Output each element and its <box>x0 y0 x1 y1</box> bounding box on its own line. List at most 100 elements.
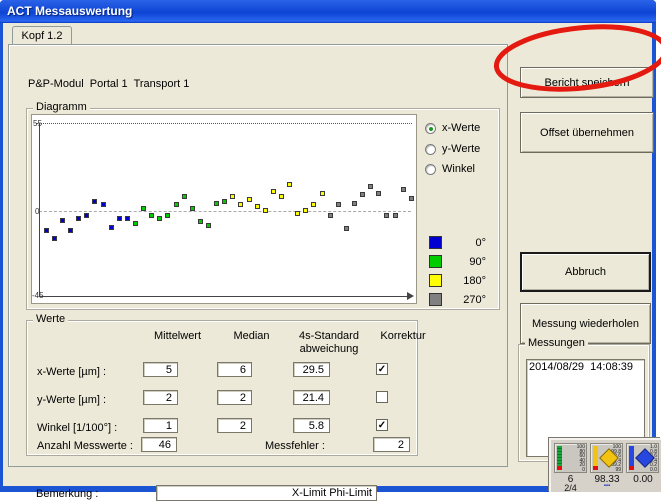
data-point <box>238 202 243 207</box>
row-label-winkel: Winkel [1/100°] : <box>37 422 117 434</box>
input-anzahl-messwerte[interactable]: 46 <box>141 437 177 452</box>
data-point <box>376 191 381 196</box>
input-x-mittelwert[interactable]: 5 <box>143 362 178 377</box>
radio-y-werte-label: y-Werte <box>442 143 480 155</box>
input-winkel-mittelwert[interactable]: 1 <box>143 418 178 433</box>
data-point <box>157 216 162 221</box>
bericht-speichern-label: Bericht speichern <box>545 77 630 89</box>
gauge-value-blue: 0.00 <box>626 474 660 485</box>
col-header-std-2: abweichung <box>289 343 369 355</box>
title-bar[interactable]: ACT Messauswertung <box>0 0 656 23</box>
input-winkel-median[interactable]: 2 <box>217 418 252 433</box>
input-y-mittelwert[interactable]: 2 <box>143 390 178 405</box>
tab-kopf-1-2[interactable]: Kopf 1.2 <box>12 26 72 45</box>
data-point <box>368 184 373 189</box>
gauge-bar-icon <box>557 446 562 470</box>
radio-winkel-label: Winkel <box>442 163 475 175</box>
diagramm-group-label: Diagramm <box>33 101 90 113</box>
anzahl-label: Anzahl Messwerte : <box>37 440 133 452</box>
input-y-std[interactable]: 21.4 <box>293 390 330 405</box>
x-axis <box>39 296 411 297</box>
radio-x-werte-label: x-Werte <box>442 122 480 134</box>
y-tick-zero: 0 <box>35 207 39 216</box>
legend-swatch-blue <box>429 236 442 249</box>
col-header-std-1: 4s-Standard <box>289 330 369 342</box>
legend-swatch-gray <box>429 293 442 306</box>
data-point <box>76 216 81 221</box>
radio-winkel[interactable]: Winkel <box>425 163 475 175</box>
werte-group-label: Werte <box>33 313 68 325</box>
data-point <box>336 202 341 207</box>
radio-dot-icon <box>425 123 436 134</box>
legend-label: 0° <box>454 237 486 249</box>
legend-swatch-green <box>429 255 442 268</box>
data-point <box>328 213 333 218</box>
input-x-median[interactable]: 6 <box>217 362 252 377</box>
messung-list-item[interactable]: 2014/08/29 14:08:39 <box>527 360 644 373</box>
gauge-bar-icon <box>629 446 634 470</box>
gauge-panel-blue: 1.00.80.60.40.20.0 <box>626 443 659 473</box>
offset-uebernehmen-button[interactable]: Offset übernehmen <box>520 112 654 153</box>
input-x-std[interactable]: 29.5 <box>293 362 330 377</box>
tab-page: P&P-Modul Portal 1 Transport 1 Diagramm … <box>8 44 508 467</box>
input-y-median[interactable]: 2 <box>217 390 252 405</box>
input-bemerkung[interactable]: X-Limit Phi-Limit <box>156 485 377 501</box>
data-point <box>409 196 414 201</box>
abbruch-button[interactable]: Abbruch <box>520 252 651 292</box>
legend-label: 270° <box>454 294 486 306</box>
data-point <box>109 225 114 230</box>
werte-group: Werte Mittelwert Median 4s-Standard abwe… <box>26 320 418 456</box>
legend-item-0deg: 0° <box>429 236 486 249</box>
data-point <box>295 211 300 216</box>
data-point <box>174 202 179 207</box>
messfehler-label: Messfehler : <box>265 440 325 452</box>
tab-label: Kopf 1.2 <box>22 30 63 42</box>
gauge-bar-icon <box>593 446 598 470</box>
gauge-sub-yellow: ▪▪▪ <box>590 483 624 489</box>
data-point <box>125 216 130 221</box>
col-header-median: Median <box>214 330 289 342</box>
bericht-speichern-button[interactable]: Bericht speichern <box>520 67 654 98</box>
data-point <box>92 199 97 204</box>
data-point <box>247 197 252 202</box>
data-point <box>198 219 203 224</box>
data-point <box>384 213 389 218</box>
data-point <box>263 208 268 213</box>
data-point <box>149 213 154 218</box>
data-point <box>52 236 57 241</box>
row-label-y-werte: y-Werte [µm] : <box>37 394 106 406</box>
radio-x-werte[interactable]: x-Werte <box>425 122 480 134</box>
gauge-panel-yellow: 10099.899.699.499.299 <box>590 443 623 473</box>
legend-label: 90° <box>454 256 486 268</box>
data-point <box>206 223 211 228</box>
data-point <box>303 208 308 213</box>
gauge-scale-labels: 100806040200 <box>571 445 585 473</box>
data-point <box>214 201 219 206</box>
data-point <box>182 194 187 199</box>
abbruch-label: Abbruch <box>565 266 606 278</box>
messung-wiederholen-label: Messung wiederholen <box>532 318 639 330</box>
data-point <box>141 206 146 211</box>
checkbox-korrektur-y[interactable] <box>376 391 388 403</box>
data-point <box>320 191 325 196</box>
legend-label: 180° <box>454 275 486 287</box>
zero-line <box>39 211 411 212</box>
input-messfehler[interactable]: 2 <box>373 437 410 452</box>
gauge-panel-count: 100806040200 <box>554 443 587 473</box>
data-point <box>352 201 357 206</box>
legend-item-270deg: 270° <box>429 293 486 306</box>
data-point <box>101 202 106 207</box>
x-axis-arrow-icon <box>407 292 414 300</box>
data-point <box>68 228 73 233</box>
y-tick-top: 55 <box>33 119 42 128</box>
dialog-window: ACT Messauswertung Kopf 1.2 P&P-Modul Po… <box>0 0 656 492</box>
radio-y-werte[interactable]: y-Werte <box>425 143 480 155</box>
upper-limit-line <box>36 123 412 124</box>
checkbox-korrektur-winkel[interactable]: ✓ <box>376 419 388 431</box>
input-winkel-std[interactable]: 5.8 <box>293 418 330 433</box>
bemerkung-label: Bemerkung : <box>36 488 98 500</box>
radio-dot-icon <box>425 164 436 175</box>
data-point <box>222 199 227 204</box>
checkbox-korrektur-x[interactable]: ✓ <box>376 363 388 375</box>
data-point <box>84 213 89 218</box>
